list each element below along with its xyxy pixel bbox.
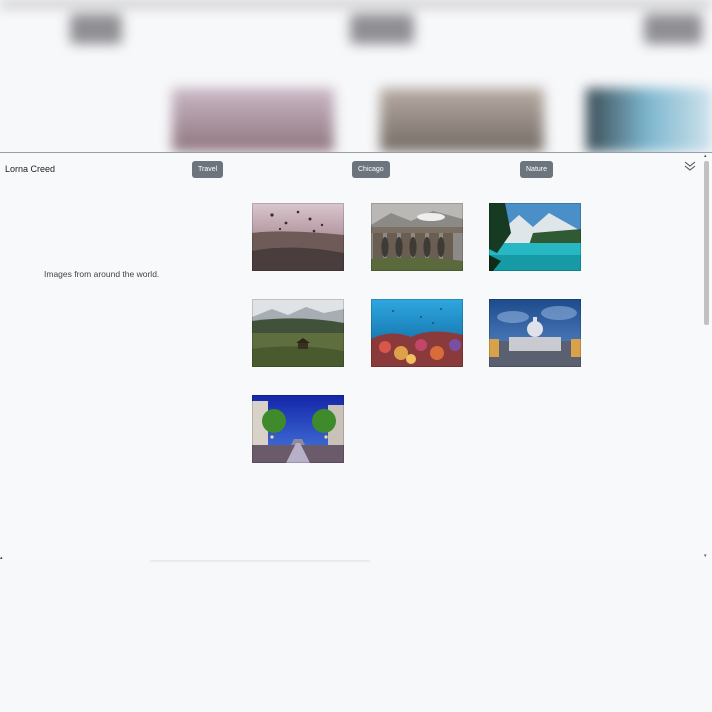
- scroll-down-arrow-icon[interactable]: ▾: [704, 553, 707, 559]
- background-button: [644, 14, 702, 44]
- background-image: [172, 88, 334, 152]
- gallery-image-viaduct[interactable]: [371, 203, 463, 271]
- background-page: [0, 0, 712, 152]
- background-button: [70, 14, 122, 44]
- tag-nature[interactable]: Nature: [520, 161, 554, 178]
- double-chevron-down-icon: [684, 161, 696, 171]
- panel-shadow: [150, 560, 370, 563]
- gallery-panel: Lorna Creed Travel Chicago Nature ▴ ▾ ▴ …: [0, 152, 712, 560]
- panel-title: Lorna Creed: [5, 164, 56, 174]
- background-button: [350, 14, 414, 44]
- resize-corner-icon: ▴: [0, 555, 3, 560]
- background-image: [586, 88, 712, 152]
- scroll-up-arrow-icon[interactable]: ▴: [704, 153, 707, 159]
- gallery-image-capitol[interactable]: [489, 299, 581, 367]
- background-image: [380, 88, 544, 152]
- gallery-image-reef[interactable]: [371, 299, 463, 367]
- gallery-image-lake[interactable]: [489, 203, 581, 271]
- scroll-thumb[interactable]: [704, 161, 709, 325]
- gallery-image-balloons[interactable]: [252, 203, 344, 271]
- collapse-button[interactable]: [683, 159, 697, 173]
- background-top-bar: [0, 0, 712, 8]
- gallery-image-meadow[interactable]: [252, 299, 344, 367]
- vertical-scrollbar[interactable]: ▴ ▾: [702, 153, 710, 559]
- gallery-description: Images from around the world.: [44, 269, 160, 279]
- screen: Lorna Creed Travel Chicago Nature ▴ ▾ ▴ …: [0, 0, 712, 712]
- tag-chicago[interactable]: Chicago: [352, 161, 390, 178]
- tag-travel[interactable]: Travel: [192, 161, 224, 178]
- gallery-image-street[interactable]: [252, 395, 344, 463]
